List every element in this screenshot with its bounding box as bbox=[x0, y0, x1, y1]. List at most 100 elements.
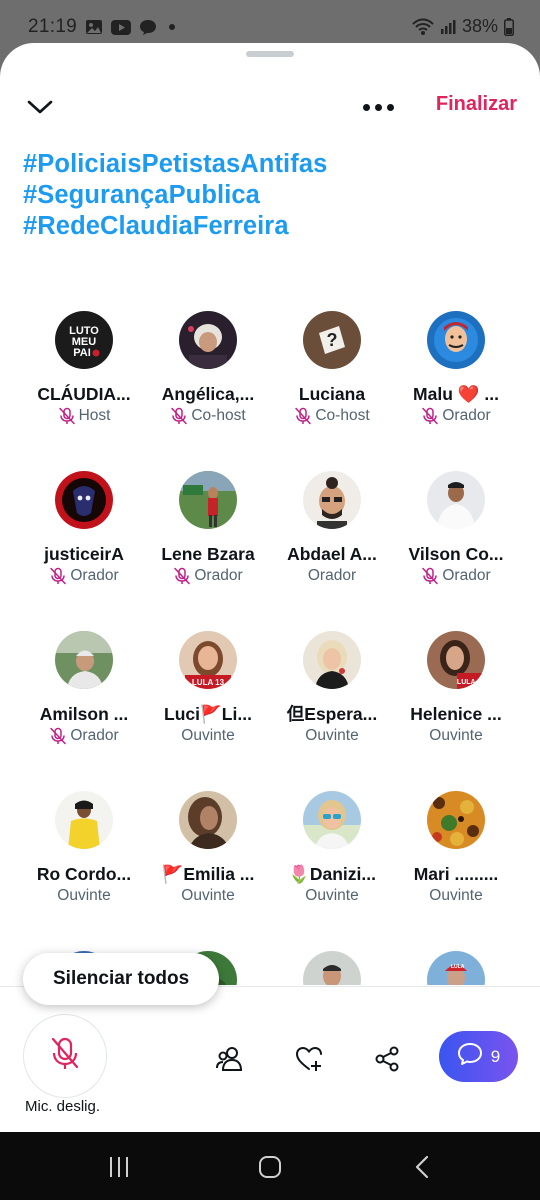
participant-name: Luci🚩Li... bbox=[164, 704, 252, 724]
status-right: 38% bbox=[412, 16, 514, 37]
avatar[interactable] bbox=[303, 471, 361, 529]
participant-name: Luciana bbox=[298, 384, 366, 404]
mic-off-icon bbox=[48, 1036, 82, 1077]
participant-card[interactable]: 但Espera... Ouvinte bbox=[270, 631, 394, 746]
participant-role: Host bbox=[22, 406, 146, 426]
role-label: Orador bbox=[307, 567, 357, 584]
role-label: Orador bbox=[70, 567, 119, 584]
avatar[interactable] bbox=[303, 631, 361, 689]
mic-off-icon bbox=[49, 727, 67, 745]
avatar[interactable] bbox=[55, 471, 113, 529]
role-label: Co-host bbox=[191, 407, 246, 424]
participant-name: Lene Bzara bbox=[161, 544, 255, 564]
participant-card[interactable]: LULA bbox=[394, 951, 518, 985]
role-label: Ouvinte bbox=[305, 727, 359, 744]
avatar[interactable] bbox=[179, 471, 237, 529]
participant-name: Angélica,... bbox=[161, 384, 255, 404]
signal-icon bbox=[440, 19, 456, 35]
avatar[interactable]: ? bbox=[303, 311, 361, 369]
participant-card[interactable] bbox=[270, 951, 394, 985]
silence-all-button[interactable]: Silenciar todos bbox=[23, 953, 220, 1005]
participant-card[interactable]: Malu ❤️ ... Orador bbox=[394, 311, 518, 426]
svg-text:LULA: LULA bbox=[451, 964, 465, 970]
svg-text:PAI: PAI bbox=[73, 347, 91, 359]
participant-name: justiceirA bbox=[44, 544, 124, 564]
participant-card[interactable]: Abdael A... Orador bbox=[270, 471, 394, 586]
participant-name: Mari ......... bbox=[413, 864, 499, 884]
participants-grid: LUTO MEU PAI CLÁUDIA... Host Angélica,... Co-h… bbox=[0, 267, 540, 985]
participant-role: Orador bbox=[394, 566, 518, 586]
participant-role: Ouvinte bbox=[394, 726, 518, 746]
hashtag[interactable]: #PoliciaisPetistasAntifas bbox=[23, 149, 523, 180]
participant-role: Ouvinte bbox=[146, 886, 270, 906]
participant-card[interactable]: ? Luciana Co-host bbox=[270, 311, 394, 426]
mic-off-icon bbox=[173, 567, 191, 585]
sheet-header: Finalizar bbox=[0, 87, 540, 127]
mic-off-icon bbox=[421, 567, 439, 585]
avatar[interactable] bbox=[427, 311, 485, 369]
avatar[interactable] bbox=[303, 951, 361, 985]
more-dots-icon[interactable] bbox=[358, 91, 398, 123]
participant-role: Co-host bbox=[146, 406, 270, 426]
participant-name: Malu ❤️ ... bbox=[413, 384, 499, 404]
avatar[interactable]: LULA 13 bbox=[427, 631, 485, 689]
sheet-drag-handle[interactable] bbox=[246, 51, 294, 57]
role-label: Orador bbox=[442, 567, 491, 584]
end-space-button[interactable]: Finalizar bbox=[436, 93, 517, 116]
avatar[interactable] bbox=[179, 791, 237, 849]
chevron-down-icon[interactable] bbox=[24, 91, 56, 123]
participant-role: Ouvinte bbox=[270, 886, 394, 906]
participant-card[interactable]: Vilson Co... Orador bbox=[394, 471, 518, 586]
mic-off-icon bbox=[49, 567, 67, 585]
people-icon[interactable] bbox=[210, 1039, 250, 1079]
participant-role: Orador bbox=[270, 566, 394, 586]
hashtag[interactable]: #SegurançaPublica bbox=[23, 180, 523, 211]
role-label: Ouvinte bbox=[429, 727, 483, 744]
participant-card[interactable]: justiceirA Orador bbox=[22, 471, 146, 586]
participant-card[interactable]: Lene Bzara Orador bbox=[146, 471, 270, 586]
participant-name: Amilson ... bbox=[39, 704, 129, 724]
avatar[interactable]: LULA 13 bbox=[179, 631, 237, 689]
participant-card[interactable]: Mari ......... Ouvinte bbox=[394, 791, 518, 906]
chat-bubble-icon bbox=[139, 19, 157, 36]
participant-name: 🌷Danizi... bbox=[288, 864, 376, 884]
avatar[interactable]: LULA bbox=[427, 951, 485, 985]
participant-card[interactable]: Ro Cordo... Ouvinte bbox=[22, 791, 146, 906]
avatar[interactable] bbox=[303, 791, 361, 849]
recent-apps-icon[interactable] bbox=[99, 1152, 139, 1182]
heart-plus-icon[interactable] bbox=[289, 1039, 329, 1079]
participant-name: CLÁUDIA... bbox=[37, 384, 131, 404]
role-label: Host bbox=[78, 407, 111, 424]
role-label: Ouvinte bbox=[181, 887, 235, 904]
back-icon[interactable] bbox=[402, 1152, 442, 1182]
participant-card[interactable]: LUTO MEU PAI CLÁUDIA... Host bbox=[22, 311, 146, 426]
participant-card[interactable]: 🚩Emilia ... Ouvinte bbox=[146, 791, 270, 906]
svg-text:?: ? bbox=[327, 330, 338, 350]
avatar[interactable] bbox=[427, 791, 485, 849]
hashtag[interactable]: #RedeClaudiaFerreira bbox=[23, 211, 523, 242]
mic-status-label: Mic. deslig. bbox=[25, 1098, 101, 1115]
share-icon[interactable] bbox=[367, 1039, 407, 1079]
gallery-icon bbox=[85, 19, 103, 35]
avatar[interactable] bbox=[55, 791, 113, 849]
participant-card[interactable]: 🌷Danizi... Ouvinte bbox=[270, 791, 394, 906]
battery-percent: 38% bbox=[461, 16, 498, 36]
participant-role: Orador bbox=[22, 726, 146, 746]
participant-role: Ouvinte bbox=[146, 726, 270, 746]
avatar[interactable] bbox=[55, 631, 113, 689]
participant-name: Helenice ... bbox=[410, 704, 502, 724]
participant-card[interactable]: Angélica,... Co-host bbox=[146, 311, 270, 426]
chat-button[interactable]: 9 bbox=[439, 1031, 518, 1082]
role-label: Orador bbox=[194, 567, 243, 584]
mic-off-icon bbox=[170, 407, 188, 425]
home-icon[interactable] bbox=[250, 1152, 290, 1182]
mic-toggle-button[interactable] bbox=[23, 1014, 107, 1098]
participant-card[interactable]: LULA 13 Helenice ... Ouvinte bbox=[394, 631, 518, 746]
avatar[interactable] bbox=[179, 311, 237, 369]
status-time: 21:19 bbox=[28, 16, 78, 37]
avatar[interactable]: LUTO MEU PAI bbox=[55, 311, 113, 369]
chat-count: 9 bbox=[490, 1046, 501, 1066]
participant-card[interactable]: Amilson ... Orador bbox=[22, 631, 146, 746]
avatar[interactable] bbox=[427, 471, 485, 529]
participant-card[interactable]: LULA 13 Luci🚩Li... Ouvinte bbox=[146, 631, 270, 746]
